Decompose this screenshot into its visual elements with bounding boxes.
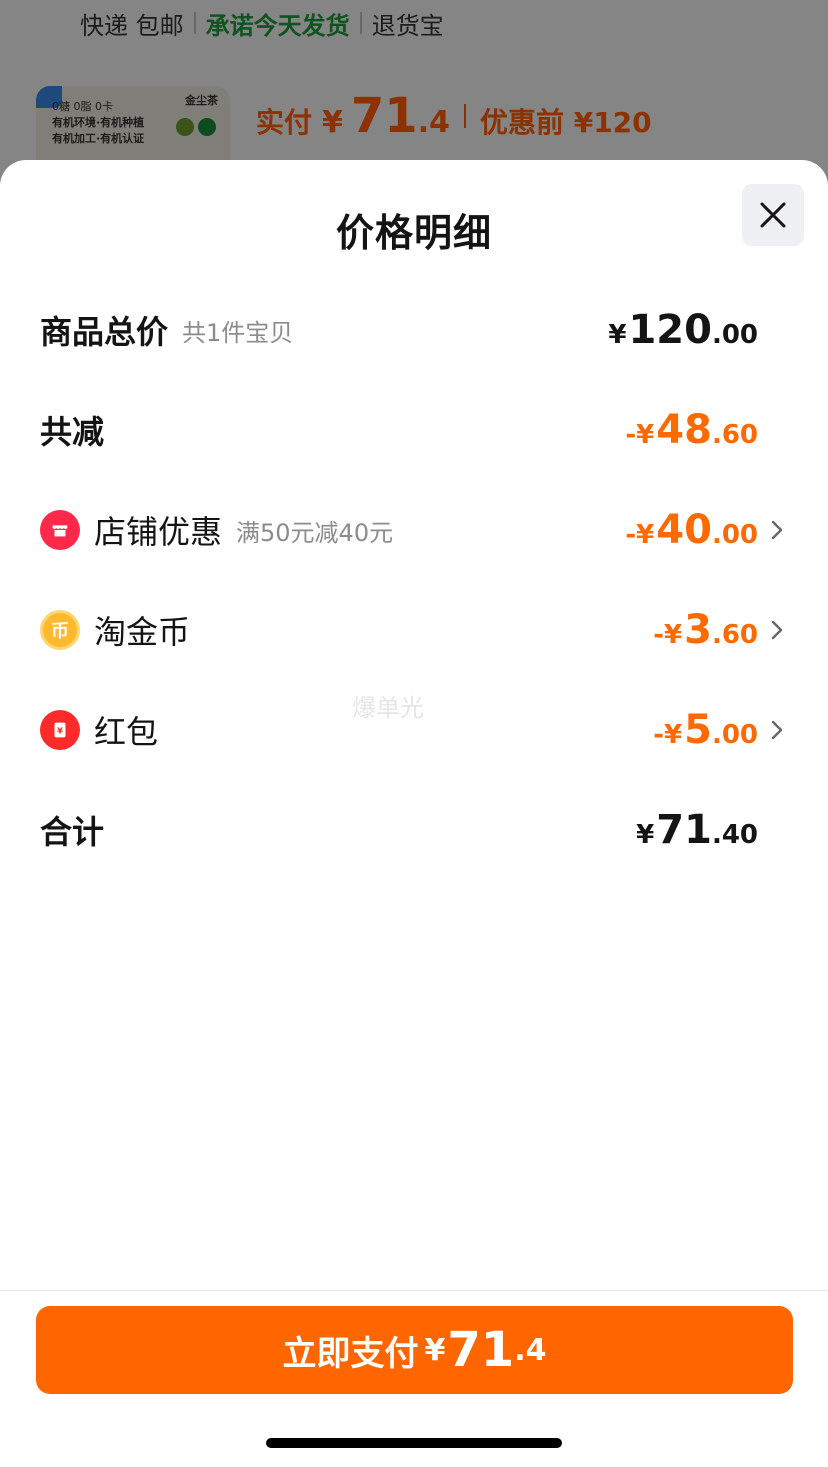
amount-decimal: .00 — [711, 720, 758, 750]
amount-integer: 5 — [684, 707, 712, 753]
shop-discount-amount: -¥ 40 .00 — [625, 507, 758, 553]
goods-total-amount: ¥ 120 .00 — [608, 307, 758, 353]
home-indicator — [266, 1438, 562, 1448]
sheet-title: 价格明细 — [335, 211, 492, 255]
pay-amount-integer: 71 — [447, 1322, 515, 1378]
price-detail-sheet: 价格明细 商品总价 共1件宝贝 ¥ 120 .00 共减 -¥ 48 .60 店… — [0, 160, 828, 1467]
currency-symbol: -¥ — [625, 420, 655, 450]
item-count: 共1件宝贝 — [182, 318, 294, 347]
amount-integer: 71 — [656, 807, 712, 853]
amount-integer: 3 — [684, 607, 712, 653]
row-shop-discount[interactable]: 店铺优惠 满50元减40元 -¥ 40 .00 — [40, 500, 788, 560]
row-goods-total: 商品总价 共1件宝贝 ¥ 120 .00 — [40, 300, 788, 360]
row-taobao-coins[interactable]: 币 淘金币 -¥ 3 .60 — [40, 600, 788, 660]
red-envelope-amount: -¥ 5 .00 — [653, 707, 758, 753]
chevron-right-icon — [766, 619, 788, 641]
close-button[interactable] — [742, 184, 804, 246]
chevron-right-icon — [766, 519, 788, 541]
amount-decimal: .60 — [711, 420, 758, 450]
row-label: 共减 — [40, 413, 105, 451]
pay-now-button[interactable]: 立即支付 ¥ 71 .4 — [36, 1306, 793, 1394]
currency-symbol: -¥ — [625, 520, 655, 550]
currency-symbol: ¥ — [636, 820, 655, 850]
coupon-rule: 满50元减40元 — [236, 518, 394, 547]
coin-glyph: 币 — [51, 621, 69, 642]
amount-decimal: .00 — [711, 320, 758, 350]
gold-coin-icon: 币 — [40, 610, 80, 650]
currency-symbol: ¥ — [424, 1332, 446, 1368]
amount-decimal: .60 — [711, 620, 758, 650]
currency-symbol: -¥ — [653, 620, 683, 650]
total-discount-amount: -¥ 48 .60 — [625, 407, 758, 453]
row-label: 红包 — [94, 713, 159, 751]
coins-discount-amount: -¥ 3 .60 — [653, 607, 758, 653]
svg-text:¥: ¥ — [57, 726, 63, 736]
row-grand-total: 合计 ¥ 71 .40 — [40, 800, 788, 860]
page: 快递 包邮 承诺今天发货 退货宝 金尘茶 0糖 0脂 0卡 有机环境·有机种植 … — [0, 0, 828, 1467]
amount-decimal: .00 — [711, 520, 758, 550]
amount-decimal: .40 — [711, 820, 758, 850]
row-label: 商品总价 — [40, 313, 169, 351]
watermark: 爆单光 — [352, 694, 424, 722]
row-label: 合计 — [40, 813, 105, 851]
grand-total-amount: ¥ 71 .40 — [636, 807, 758, 853]
close-icon — [760, 202, 786, 228]
pay-button-label: 立即支付 — [282, 1333, 419, 1374]
divider — [0, 1290, 828, 1291]
chevron-right-icon — [766, 719, 788, 741]
shop-coupon-icon — [40, 510, 80, 550]
row-label: 店铺优惠 — [94, 513, 223, 551]
amount-integer: 40 — [656, 507, 712, 553]
row-label: 淘金币 — [94, 613, 191, 651]
row-total-discount: 共减 -¥ 48 .60 — [40, 400, 788, 460]
amount-integer: 120 — [628, 307, 712, 353]
amount-integer: 48 — [656, 407, 712, 453]
currency-symbol: ¥ — [608, 320, 627, 350]
red-envelope-icon: ¥ — [40, 710, 80, 750]
pay-amount-decimal: .4 — [514, 1332, 547, 1368]
currency-symbol: -¥ — [653, 720, 683, 750]
